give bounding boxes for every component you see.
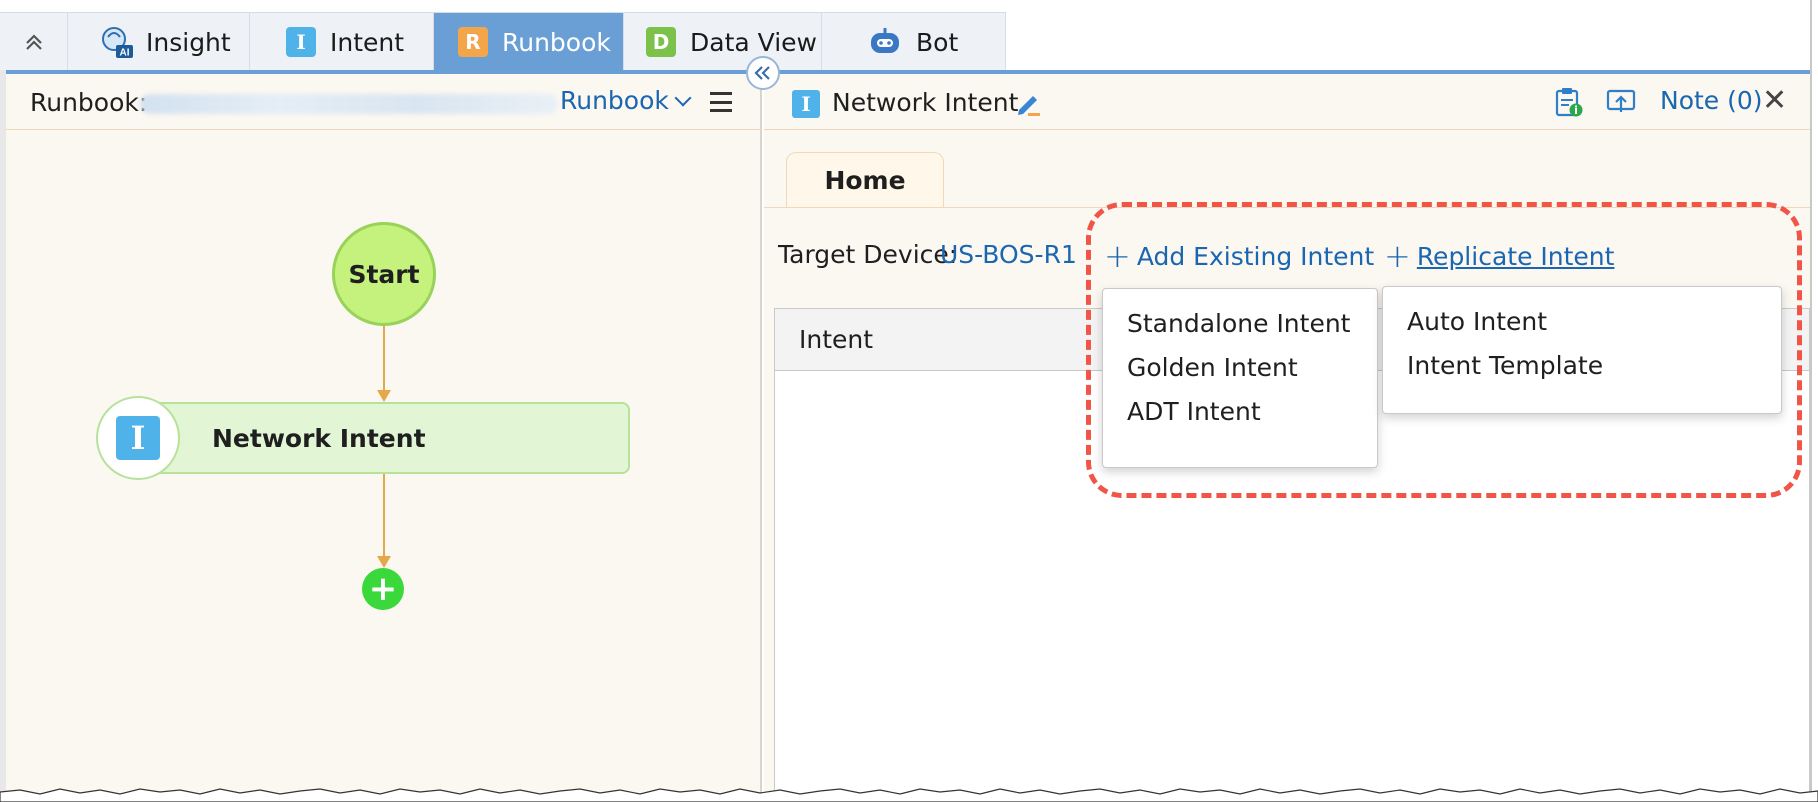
runbook-r-icon: R <box>458 27 488 57</box>
start-node[interactable]: Start <box>332 222 436 326</box>
data-view-d-icon: D <box>646 27 676 57</box>
window-right-edge <box>1810 0 1812 802</box>
runbook-dropdown[interactable]: Runbook <box>560 86 692 115</box>
note-button[interactable]: Note (0) <box>1660 86 1763 115</box>
plus-icon: + <box>1384 237 1411 275</box>
add-existing-intent-button[interactable]: + Add Existing Intent <box>1104 240 1374 272</box>
module-tab-strip: AI Insight I Intent R Runbook D Data Vie… <box>0 12 1006 71</box>
intent-i-icon: I <box>792 90 820 118</box>
share-screen-icon[interactable] <box>1606 88 1636 116</box>
tab-intent[interactable]: I Intent <box>250 13 434 71</box>
network-intent-node[interactable]: Network Intent <box>136 402 630 474</box>
tab-label: Data View <box>690 27 817 57</box>
chevron-down-icon <box>674 89 692 106</box>
flow-connector <box>383 474 385 558</box>
tab-insight[interactable]: AI Insight <box>68 13 250 71</box>
runbook-name-redacted <box>140 94 558 114</box>
menu-item-standalone-intent[interactable]: Standalone Intent <box>1127 309 1351 338</box>
target-device-label: Target Device: <box>778 240 958 269</box>
add-existing-intent-menu: Standalone Intent Golden Intent ADT Inte… <box>1102 288 1378 468</box>
ai-brain-icon: AI <box>98 25 134 59</box>
intent-node-icon-badge: I <box>96 396 180 480</box>
intent-title: Network Intent <box>832 88 1019 117</box>
hamburger-menu-icon[interactable] <box>710 92 732 112</box>
flow-arrow <box>377 556 391 568</box>
menu-item-adt-intent[interactable]: ADT Intent <box>1127 397 1261 426</box>
replicate-intent-button[interactable]: + Replicate Intent <box>1384 240 1614 272</box>
clipboard-info-icon[interactable] <box>1554 86 1584 118</box>
bot-icon <box>868 27 902 57</box>
collapse-pane-chevrons-icon[interactable] <box>746 56 780 90</box>
runbook-pane: Runbook: Runbook Start Network Intent I … <box>6 74 762 802</box>
column-header-intent: Intent <box>799 325 874 354</box>
edit-pencil-icon[interactable] <box>1014 88 1044 118</box>
tab-bot[interactable]: Bot <box>822 13 1006 71</box>
replicate-label: Replicate Intent <box>1416 241 1615 271</box>
intent-header: I Network Intent Note (0) ✕ <box>764 74 1810 130</box>
app-window: AI Insight I Intent R Runbook D Data Vie… <box>0 0 1818 802</box>
runbook-label: Runbook: <box>30 88 148 117</box>
tab-data-view[interactable]: D Data View <box>624 13 822 71</box>
collapse-up-icon[interactable] <box>0 13 68 71</box>
menu-item-auto-intent[interactable]: Auto Intent <box>1407 307 1547 336</box>
tab-home-label: Home <box>824 166 906 195</box>
target-device-link[interactable]: US-BOS-R1 <box>940 240 1077 269</box>
menu-item-golden-intent[interactable]: Golden Intent <box>1127 353 1298 382</box>
start-node-label: Start <box>348 259 420 289</box>
intent-i-icon: I <box>116 416 160 460</box>
torn-edge <box>0 788 1818 802</box>
tab-label: Runbook <box>502 27 611 57</box>
svg-text:AI: AI <box>120 48 130 59</box>
menu-item-intent-template[interactable]: Intent Template <box>1407 351 1603 380</box>
intent-i-icon: I <box>286 27 316 57</box>
intent-node-label: Network Intent <box>212 423 426 453</box>
intent-pane: I Network Intent Note (0) ✕ Home Target … <box>764 74 1810 802</box>
tab-label: Intent <box>330 27 405 57</box>
tab-runbook[interactable]: R Runbook <box>434 13 624 71</box>
flow-connector <box>383 326 385 392</box>
replicate-intent-menu: Auto Intent Intent Template <box>1382 286 1782 414</box>
runbook-header: Runbook: Runbook <box>6 74 762 130</box>
add-step-plus-icon[interactable]: + <box>362 568 404 610</box>
flow-arrow <box>377 390 391 402</box>
plus-icon: + <box>1104 237 1131 275</box>
close-icon[interactable]: ✕ <box>1762 86 1787 116</box>
add-existing-label: Add Existing Intent <box>1136 241 1375 271</box>
runbook-dropdown-label: Runbook <box>560 86 669 115</box>
tab-home[interactable]: Home <box>786 152 944 208</box>
tab-divider <box>764 207 1810 208</box>
tab-label: Bot <box>916 27 959 57</box>
tab-label: Insight <box>146 27 231 57</box>
